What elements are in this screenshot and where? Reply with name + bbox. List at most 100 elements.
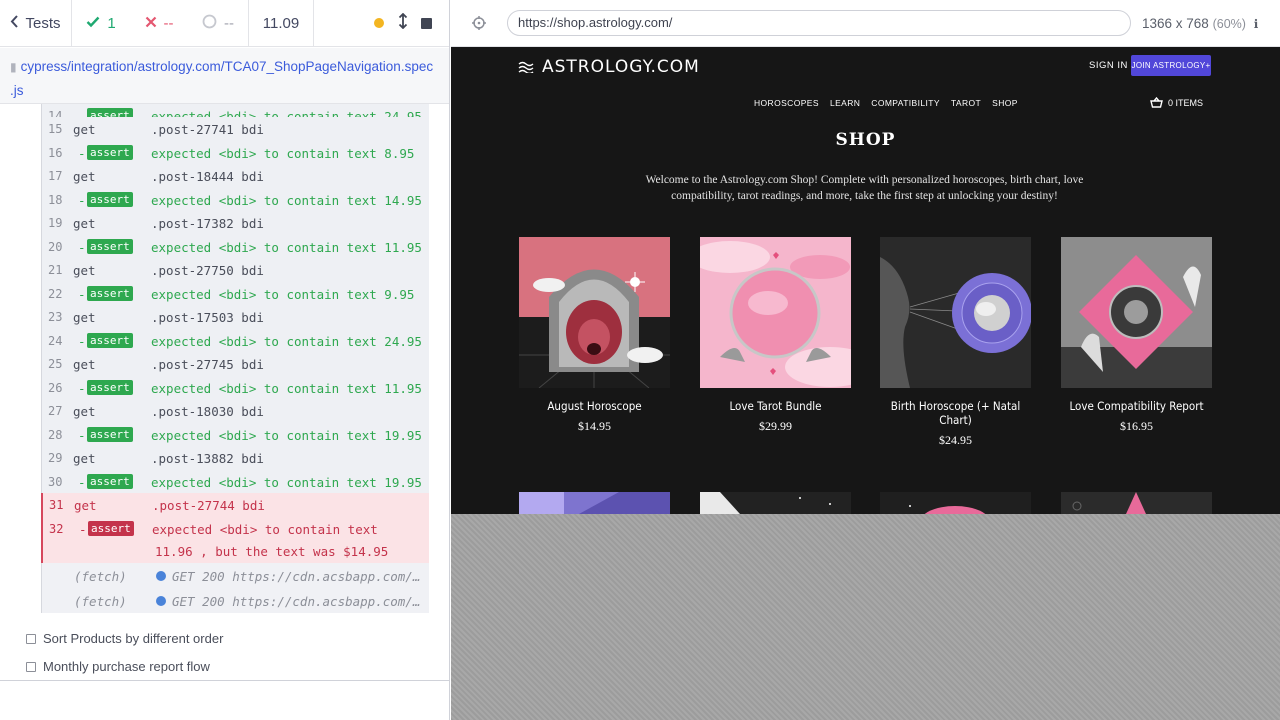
command-row[interactable]: 23 get .post-17503 bdi: [41, 305, 429, 329]
command-number: 22: [48, 286, 63, 301]
command-row[interactable]: 30- assert expected <bdi> to contain text …: [41, 469, 429, 493]
url-bar[interactable]: https://shop.astrology.com/: [507, 10, 1131, 36]
pending-count-value: --: [224, 14, 234, 32]
product-image-peek[interactable]: [880, 492, 1031, 514]
nav-shop[interactable]: SHOP: [992, 98, 1018, 108]
circle-notch-icon: [202, 14, 217, 33]
nav-compatibility[interactable]: COMPATIBILITY: [871, 98, 940, 108]
command-row[interactable]: 32- assert expected <bdi> to contain text 1…: [41, 516, 429, 563]
fetch-label: (fetch): [74, 593, 127, 609]
command-row[interactable]: 22- assert expected <bdi> to contain text …: [41, 281, 429, 305]
product-name[interactable]: Love Tarot Bundle: [700, 399, 851, 413]
assert-dash: -: [78, 380, 86, 396]
command-row[interactable]: 15 get .post-27741 bdi: [41, 117, 429, 141]
command-number: 18: [48, 192, 63, 207]
product-price: $14.95: [578, 419, 611, 433]
fetch-message: GET 200 https://cdn.acsbapp.com/c...: [172, 568, 422, 584]
product-image-peek[interactable]: [700, 492, 851, 514]
stop-button[interactable]: [421, 17, 432, 29]
command-message: expected <bdi> to contain text: [152, 521, 378, 537]
assert-badge: assert: [87, 191, 133, 207]
spec-path-line2: .js: [10, 83, 24, 98]
selector-playground-button[interactable]: [451, 15, 507, 31]
passed-count: 1: [72, 0, 130, 46]
product-price: $29.99: [759, 419, 792, 433]
reporter-header: Tests 1 -- -- 11.09: [0, 0, 449, 47]
auto-scroll-toggle[interactable]: [398, 12, 408, 33]
command-number: 15: [48, 122, 63, 136]
site-logo[interactable]: ASTROLOGY.COM: [518, 57, 700, 77]
command-row[interactable]: 29 get .post-13882 bdi: [41, 446, 429, 470]
assert-badge: assert: [87, 332, 133, 348]
page-title: SHOP: [835, 130, 896, 150]
assert-badge: assert: [87, 285, 133, 301]
failure-detail: 11.96 , but the text was $14.95: [155, 543, 389, 559]
join-button[interactable]: JOIN ASTROLOGY+: [1131, 55, 1211, 76]
cart-link[interactable]: 0 ITEMS: [1150, 97, 1203, 108]
product-image[interactable]: [880, 237, 1031, 388]
assert-dash: -: [78, 333, 86, 349]
test-title: Sort Products by different order: [43, 631, 224, 646]
spec-file-path[interactable]: ▮ cypress/integration/astrology.com/TCA07…: [0, 48, 449, 104]
assert-badge: assert: [88, 520, 134, 536]
fetch-row[interactable]: (fetch) GET 200 https://cdn.acsbapp.com/c…: [41, 587, 429, 613]
command-row[interactable]: 14 - assert expected <bdi> to contain text …: [41, 104, 429, 117]
command-row[interactable]: 28- assert expected <bdi> to contain text …: [41, 422, 429, 446]
product-image-peek[interactable]: [1061, 492, 1212, 514]
fetch-label: (fetch): [74, 568, 127, 584]
viewport-info[interactable]: 1366 x 768 (60%) ℹ: [1142, 16, 1258, 31]
product-card[interactable]: Birth Horoscope (+ Natal Chart) $24.95: [880, 237, 1031, 448]
command-number: 14: [48, 109, 63, 117]
test-status-icon: [26, 661, 36, 672]
sign-in-link[interactable]: SIGN IN: [1089, 60, 1128, 71]
assert-dash: -: [78, 192, 86, 208]
test-sort-products[interactable]: Sort Products by different order: [26, 631, 223, 646]
nav-learn[interactable]: LEARN: [830, 98, 860, 108]
command-name: get: [73, 122, 96, 137]
x-icon: [145, 15, 157, 32]
command-row[interactable]: 24- assert expected <bdi> to contain text …: [41, 328, 429, 352]
product-card[interactable]: Love Tarot Bundle $29.99: [700, 237, 851, 434]
command-message: .post-27750 bdi: [151, 263, 264, 278]
command-message: expected <bdi> to contain text 14.95: [151, 192, 422, 208]
command-row[interactable]: 26- assert expected <bdi> to contain text …: [41, 375, 429, 399]
product-image[interactable]: [1061, 237, 1212, 388]
command-row[interactable]: 27 get .post-18030 bdi: [41, 399, 429, 423]
fetch-row[interactable]: (fetch) GET 200 https://cdn.acsbapp.com/c…: [41, 562, 429, 588]
product-image[interactable]: [700, 237, 851, 388]
command-number: 17: [48, 169, 63, 183]
command-message: .post-17503 bdi: [151, 310, 264, 325]
command-message: .post-27741 bdi: [151, 122, 264, 137]
test-monthly-purchase[interactable]: Monthly purchase report flow: [26, 659, 210, 674]
back-to-tests-button[interactable]: Tests: [0, 0, 72, 46]
product-name[interactable]: August Horoscope: [519, 399, 670, 413]
command-row[interactable]: 21 get .post-27750 bdi: [41, 258, 429, 282]
status-dot-icon: [156, 570, 166, 581]
command-row[interactable]: 25 get .post-27745 bdi: [41, 352, 429, 376]
product-price: $24.95: [939, 433, 972, 447]
product-card[interactable]: Love Compatibility Report $16.95: [1061, 237, 1212, 434]
passed-count-value: 1: [107, 14, 116, 32]
command-row[interactable]: 31 get .post-27744 bdi: [41, 493, 429, 517]
product-image-peek[interactable]: [519, 492, 670, 514]
nav-tarot[interactable]: TAROT: [951, 98, 981, 108]
command-row[interactable]: 16- assert expected <bdi> to contain text …: [41, 140, 429, 164]
command-name: get: [73, 169, 96, 184]
command-row[interactable]: 19 get .post-17382 bdi: [41, 211, 429, 235]
assert-badge: assert: [87, 426, 133, 442]
product-name[interactable]: Love Compatibility Report: [1061, 399, 1212, 413]
nav-horoscopes[interactable]: HOROSCOPES: [754, 98, 819, 108]
product-image[interactable]: [519, 237, 670, 388]
running-indicator-icon: [374, 18, 384, 28]
aut-panel: https://shop.astrology.com/ 1366 x 768 (…: [451, 0, 1280, 720]
command-row[interactable]: 18- assert expected <bdi> to contain text …: [41, 187, 429, 211]
command-message: expected <bdi> to contain text 24.95: [151, 333, 422, 349]
command-row[interactable]: 20- assert expected <bdi> to contain text …: [41, 234, 429, 258]
product-name[interactable]: Birth Horoscope (+ Natal Chart): [880, 399, 1031, 427]
command-number: 31: [49, 498, 64, 512]
product-card[interactable]: August Horoscope $14.95: [519, 237, 670, 434]
command-message: expected <bdi> to contain text 11.95: [151, 380, 422, 396]
command-row[interactable]: 17 get .post-18444 bdi: [41, 164, 429, 188]
basket-icon: [1150, 97, 1163, 108]
command-message: expected <bdi> to contain text 19.95: [151, 474, 422, 490]
